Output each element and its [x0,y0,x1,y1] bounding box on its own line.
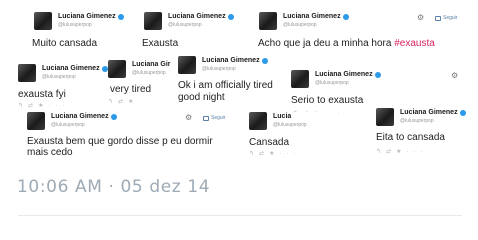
verified-badge-icon [117,13,124,20]
author-name[interactable]: Luciana Gimenez [51,113,117,120]
author-handle[interactable]: @lulusuperpop [42,74,76,80]
divider [18,215,462,216]
like-icon[interactable]: ★ [269,151,279,157]
avatar[interactable] [376,108,394,126]
tweet-card-officially-tired[interactable]: Luciana Gimenez @lulusuperpop Ok i am of… [178,56,290,110]
author-handle[interactable]: @lulusuperpop [283,22,317,28]
tweet-card-muito-cansada[interactable]: Luciana Gimenez @lulusuperpop Muito cans… [32,12,130,52]
tweet-card-exausta[interactable]: Luciana Gimenez @lulusuperpop Exausta [142,12,240,52]
tweet-actions: ↰⇄★··· [249,150,300,157]
follow-person-icon [203,115,209,121]
more-icon[interactable]: ··· [279,151,300,157]
tweet-card-cansada[interactable]: Lucia @lulusuperpop Cansada ↰⇄★··· [249,112,334,158]
avatar[interactable] [144,12,162,30]
follow-person-icon [435,15,441,21]
retweet-icon[interactable]: ⇄ [386,149,396,155]
gear-icon[interactable]: ⚙ [185,113,192,122]
retweet-icon[interactable]: ⇄ [118,99,128,105]
retweet-icon[interactable]: ⇄ [28,103,38,109]
tweet-card-acho-que[interactable]: Luciana Gimenez @lulusuperpop ⚙ Seguir A… [258,12,469,52]
author-name[interactable]: Luciana Gimenez [58,13,124,20]
author-name[interactable]: Luciana Gimenez [42,65,108,72]
tweet-text: Exausta bem que gordo disse p eu dormir [27,136,213,147]
tweet-text: Cansada [249,137,290,148]
reply-icon[interactable]: ↰ [18,103,28,109]
tweet-actions: ↰⇄★··· [18,102,69,109]
avatar[interactable] [259,12,277,30]
like-icon[interactable]: ★ [38,103,48,109]
author-name[interactable]: Luciana Gimenez [168,13,234,20]
tweet-card-eita[interactable]: Luciana Gimenez @lulusuperpop Eita to ca… [376,108,472,158]
tweet-timestamp[interactable]: 10:06 AM · 05 dez 14 [17,177,210,197]
author-name[interactable]: Luciana Gimenez [400,109,466,116]
follow-button[interactable]: Seguir [203,115,225,121]
tweet-card-very-tired[interactable]: Luciana Gir @lulusuperpop very tired ↰⇄★ [108,60,176,106]
avatar[interactable] [27,112,45,130]
reply-icon[interactable]: ↰ [249,151,259,157]
tweet-actions: ↰⇄★··· [376,148,427,155]
retweet-icon[interactable]: ⇄ [259,151,269,157]
tweet-card-exausta-fyi[interactable]: Luciana Gimenez @lulusuperpop exausta fy… [18,64,108,110]
author-handle[interactable]: @lulusuperpop [51,122,85,128]
tweet-text: exausta fyi [18,89,66,100]
tweet-text: very tired [110,84,152,95]
avatar[interactable] [34,12,52,30]
tweet-card-exausta-bem[interactable]: Luciana Gimenez @lulusuperpop ⚙ Seguir E… [27,112,247,158]
avatar[interactable] [18,64,36,82]
author-name[interactable]: Luciana Gir [132,61,171,68]
more-icon[interactable]: ··· [48,103,69,109]
hashtag-link[interactable]: #exausta [394,38,435,49]
avatar[interactable] [291,70,309,88]
tweet-actions: ↰⇄★ [108,98,138,105]
verified-badge-icon [342,13,349,20]
like-icon[interactable]: ★ [128,99,138,105]
author-name[interactable]: Luciana Gimenez [202,57,268,64]
tweet-text-line-2: good night [178,92,225,103]
like-icon[interactable]: ★ [396,149,406,155]
author-name[interactable]: Luciana Gimenez [283,13,349,20]
tweet-text: Serio to exausta [291,95,364,106]
verified-badge-icon [459,109,466,116]
avatar[interactable] [178,56,196,74]
author-handle[interactable]: @lulusuperpop [168,22,202,28]
tweet-text-line-2: mais cedo [27,147,73,158]
tweet-text: Ok i am officially tired [178,80,273,91]
author-name[interactable]: Lucia [273,113,291,120]
avatar[interactable] [249,112,267,130]
reply-icon[interactable]: ↰ [376,149,386,155]
verified-badge-icon [227,13,234,20]
author-name[interactable]: Luciana Gimenez [315,71,381,78]
tweet-text: Exausta [142,38,179,49]
author-handle[interactable]: @lulusuperpop [273,122,307,128]
author-handle[interactable]: @lulusuperpop [315,80,349,86]
verified-badge-icon [374,71,381,78]
tweet-text: Acho que ja deu a minha hora #exausta [258,38,435,49]
author-handle[interactable]: @lulusuperpop [58,22,92,28]
tweet-text: Muito cansada [32,38,98,49]
author-handle[interactable]: @lulusuperpop [202,66,236,72]
verified-badge-icon [101,65,108,72]
gear-icon[interactable]: ⚙ [451,71,458,80]
gear-icon[interactable]: ⚙ [417,13,424,22]
follow-button[interactable]: Seguir [435,15,457,21]
verified-badge-icon [261,57,268,64]
author-handle[interactable]: @lulusuperpop [132,70,166,76]
avatar[interactable] [108,60,126,78]
tweet-text: Eita to cansada [376,132,445,143]
more-icon[interactable]: ··· [406,149,427,155]
reply-icon[interactable]: ↰ [108,99,118,105]
verified-badge-icon [110,113,117,120]
author-handle[interactable]: @lulusuperpop [400,118,434,124]
